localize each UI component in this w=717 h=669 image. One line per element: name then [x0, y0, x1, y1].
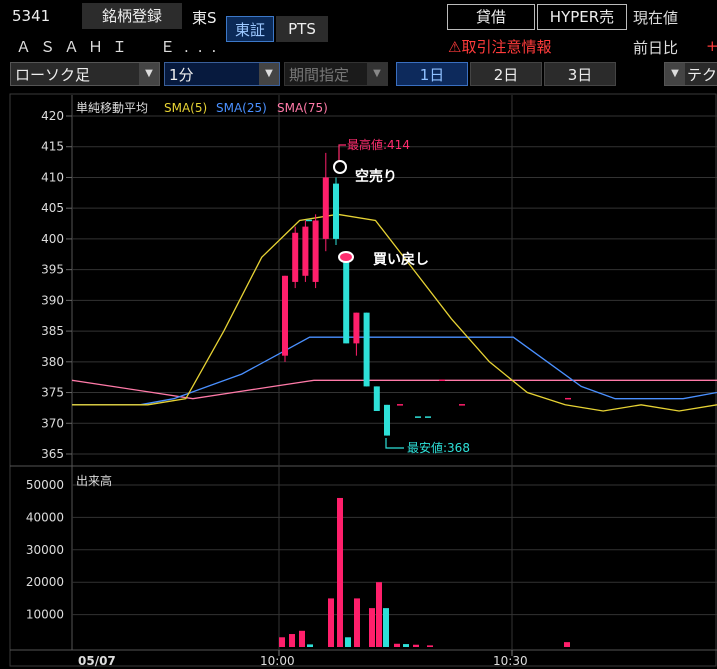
warning-link[interactable]: ⚠取引注意情報	[448, 36, 551, 57]
volume-tick-label: 40000	[26, 510, 64, 524]
chart-type-value: ローソク足	[15, 66, 91, 84]
price-tick-label: 390	[41, 293, 64, 307]
technical-value: テク	[687, 66, 717, 84]
candle-up	[322, 177, 329, 239]
candle-down	[363, 312, 370, 387]
period-value: 期間指定	[289, 66, 350, 84]
chevron-down-icon: ▼	[259, 63, 279, 85]
high-label: 最高値:414	[347, 137, 410, 152]
volume-bar	[328, 598, 334, 647]
candle-up	[282, 275, 288, 356]
volume-title: 出来高	[76, 473, 112, 488]
price-tick-label: 400	[41, 232, 64, 246]
time-tick-label: 05/07	[78, 654, 116, 668]
volume-tick-label: 30000	[26, 543, 64, 557]
chevron-down-icon: ▼	[665, 63, 685, 85]
candle-down	[333, 183, 339, 239]
prev-change-sign: +	[706, 37, 717, 55]
time-tick-label: 10:30	[493, 654, 528, 668]
low-label: 最安値:368	[407, 440, 470, 455]
pts-tab[interactable]: PTS	[276, 16, 328, 42]
chart-area: 420 415 410 405 400 395 390 385 380 375 370 365 500…	[0, 92, 717, 669]
chevron-down-icon: ▼	[139, 63, 159, 85]
tse-tab[interactable]: 東証	[226, 16, 274, 42]
volume-bar	[289, 634, 295, 647]
volume-bar	[345, 637, 351, 647]
sma-legend-title: 単純移動平均	[76, 101, 148, 115]
volume-tick-label: 50000	[26, 478, 64, 492]
lend-button[interactable]: 貸借	[447, 4, 535, 30]
sma5-legend: SMA(5)	[164, 101, 207, 115]
volume-bar	[307, 644, 313, 647]
market-label: 東S	[192, 9, 217, 27]
price-tick-label: 420	[41, 109, 64, 123]
candle-up	[353, 312, 360, 344]
price-tick-label: 415	[41, 140, 64, 154]
candle-up	[302, 226, 309, 276]
register-stock-button[interactable]: 銘柄登録	[82, 3, 182, 29]
sma75-legend: SMA(75)	[277, 101, 328, 115]
volume-bar	[427, 645, 433, 647]
price-tick-label: 375	[41, 386, 64, 400]
interval-select[interactable]: 1分 ▼	[164, 62, 280, 86]
volume-tick-label: 10000	[26, 608, 64, 622]
candle-down	[384, 404, 390, 436]
volume-bar	[564, 642, 570, 647]
price-tick-label: 385	[41, 324, 64, 338]
price-tick-label: 410	[41, 170, 64, 184]
sma25-legend: SMA(25)	[216, 101, 267, 115]
candle-up	[292, 232, 299, 282]
hyper-sell-button[interactable]: HYPER売	[537, 4, 627, 30]
volume-bar	[354, 598, 360, 647]
volume-bar	[369, 608, 375, 647]
volume-bar	[394, 643, 400, 647]
sell-label: 空売り	[355, 168, 397, 185]
candle-up	[312, 220, 319, 282]
candle-down	[343, 257, 350, 344]
candle-down	[373, 386, 380, 411]
current-price-label: 現在値	[633, 9, 679, 27]
interval-value: 1分	[169, 66, 194, 84]
volume-bar	[299, 630, 305, 647]
volume-tick-label: 20000	[26, 575, 64, 589]
stock-name: ＡＳＡＨＩ Ｅ...	[16, 38, 226, 56]
price-tick-label: 405	[41, 201, 64, 215]
price-tick-label: 370	[41, 416, 64, 430]
day-tab-3[interactable]: 3日	[544, 62, 616, 86]
chevron-down-icon: ▼	[367, 63, 387, 85]
volume-bar	[403, 644, 409, 647]
technical-select[interactable]: ▼ テク	[664, 62, 717, 86]
chart-type-select[interactable]: ローソク足 ▼	[10, 62, 160, 86]
volume-bar	[376, 582, 382, 647]
day-tab-1[interactable]: 1日	[396, 62, 468, 86]
price-tick-label: 365	[41, 447, 64, 461]
warning-text: 取引注意情報	[461, 38, 552, 56]
price-tick-label: 380	[41, 355, 64, 369]
time-tick-label: 10:00	[260, 654, 295, 668]
volume-bar	[337, 497, 343, 647]
prev-change-label: 前日比	[633, 39, 679, 57]
warning-icon: ⚠	[448, 38, 462, 56]
volume-bar	[383, 608, 389, 647]
volume-bar	[279, 637, 285, 647]
volume-bar	[413, 644, 419, 647]
period-select[interactable]: 期間指定 ▼	[284, 62, 388, 86]
buyback-label: 買い戻し	[373, 251, 429, 268]
day-tab-2[interactable]: 2日	[470, 62, 542, 86]
buyback-marker	[338, 251, 354, 263]
stock-code: 5341	[12, 7, 51, 25]
price-tick-label: 395	[41, 263, 64, 277]
